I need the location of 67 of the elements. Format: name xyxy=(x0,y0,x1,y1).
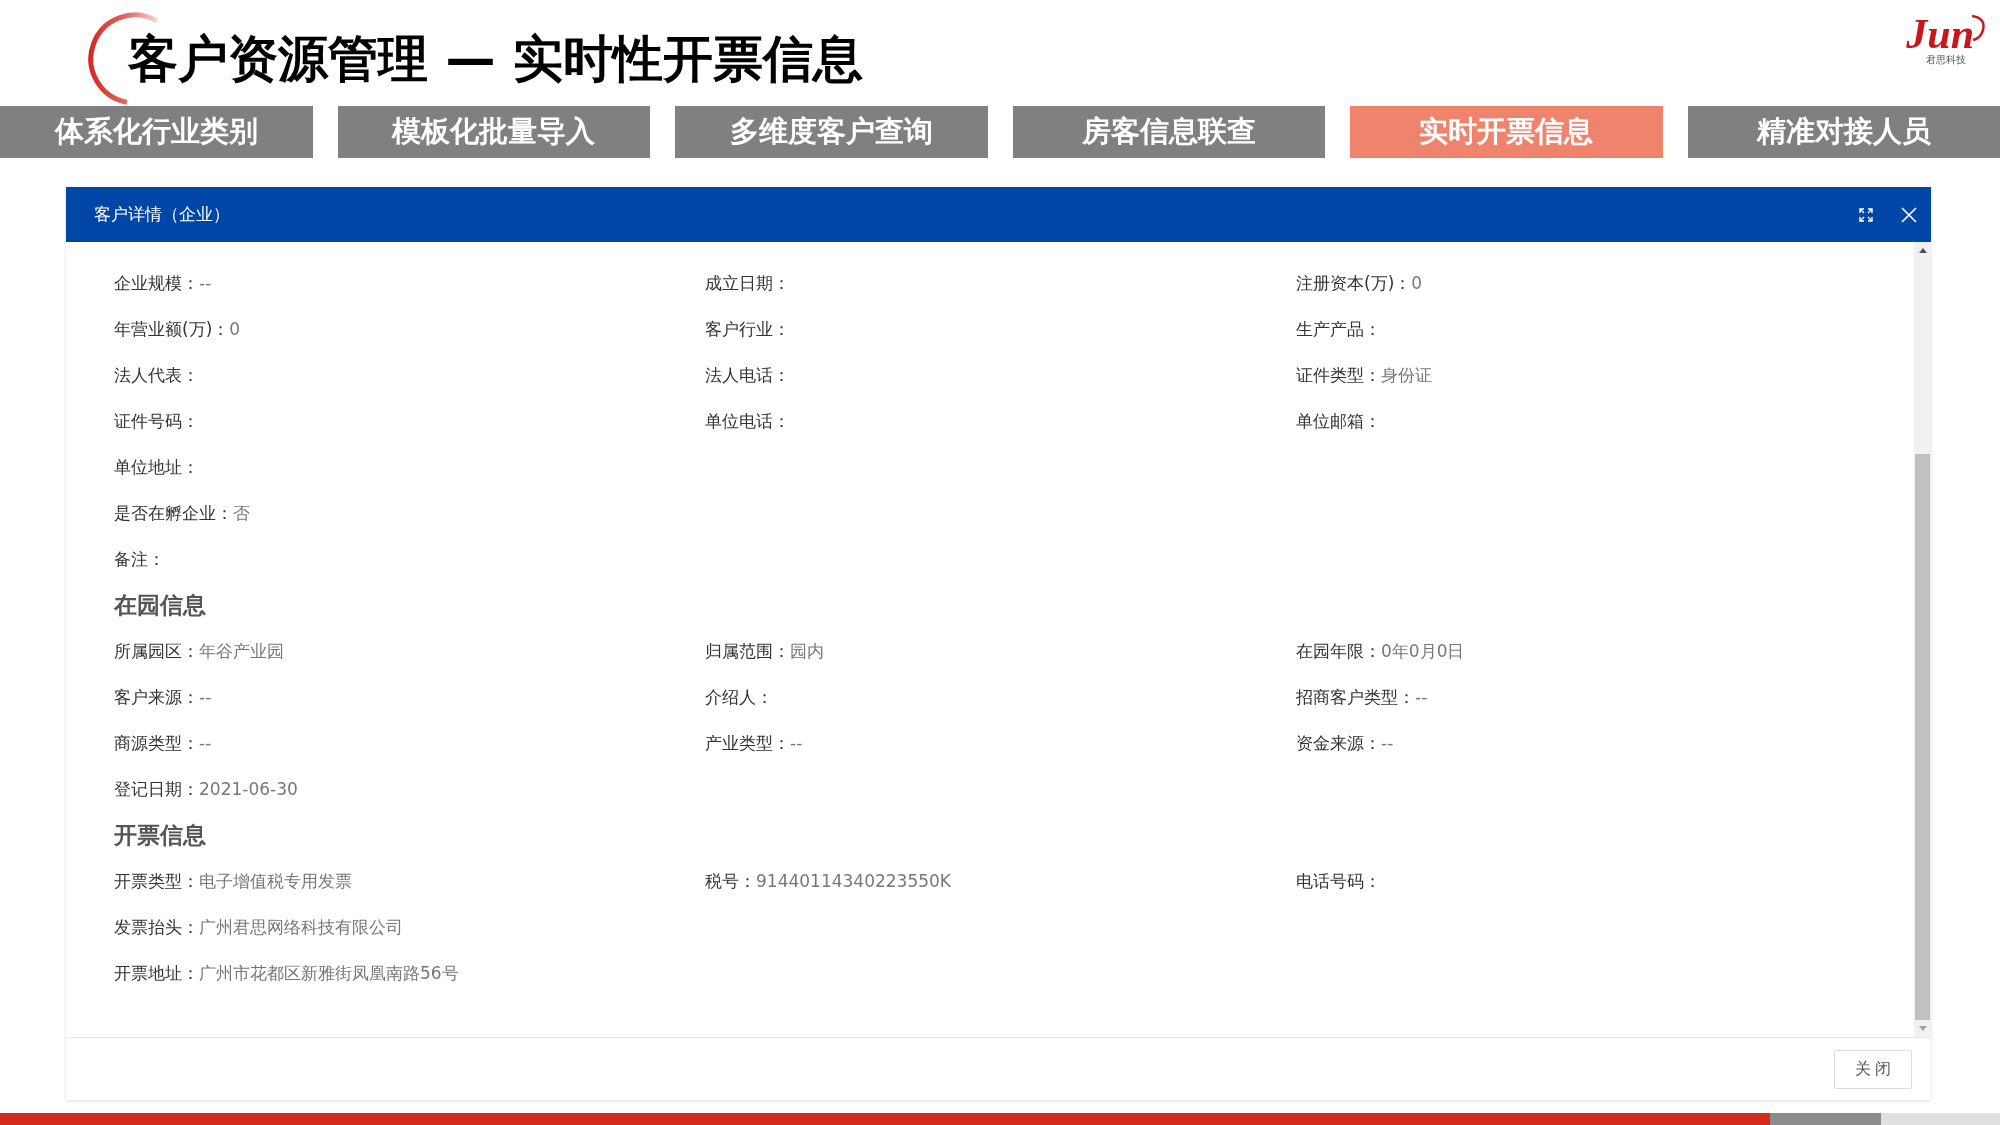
field-value: -- xyxy=(199,732,212,755)
field-label: 资金来源： xyxy=(1296,732,1381,755)
field-value: 否 xyxy=(233,502,250,525)
field-label: 单位电话： xyxy=(705,410,790,433)
section-heading: 开票信息 xyxy=(114,821,206,850)
field-label: 招商客户类型： xyxy=(1296,686,1415,709)
field-label: 是否在孵企业： xyxy=(114,502,233,525)
field-label: 客户来源： xyxy=(114,686,199,709)
field-value: 0年0月0日 xyxy=(1381,640,1465,663)
field-label: 客户行业： xyxy=(705,318,790,341)
tab[interactable]: 模板化批量导入 xyxy=(337,106,650,158)
field-label: 开票类型： xyxy=(114,870,199,893)
tab[interactable]: 体系化行业类别 xyxy=(0,106,313,158)
field-value: -- xyxy=(199,272,212,295)
expand-icon[interactable] xyxy=(1859,207,1873,222)
field-label: 成立日期： xyxy=(705,272,790,295)
swoosh-icon xyxy=(1970,14,1986,42)
field-label: 企业规模： xyxy=(114,272,199,295)
field-value: 年谷产业园 xyxy=(199,640,284,663)
field-label: 电话号码： xyxy=(1296,870,1381,893)
field-label: 介绍人： xyxy=(705,686,773,709)
field-label: 单位地址： xyxy=(114,456,199,479)
field-value: 园内 xyxy=(790,640,824,663)
field-label: 登记日期： xyxy=(114,778,199,801)
field-value: -- xyxy=(1415,686,1428,709)
field-label: 生产产品： xyxy=(1296,318,1381,341)
slide-title: 客户资源管理 — 实时性开票信息 xyxy=(128,29,863,90)
field-label: 证件号码： xyxy=(114,410,199,433)
field-label: 在园年限： xyxy=(1296,640,1381,663)
field-value: -- xyxy=(199,686,212,709)
field-label: 单位邮箱： xyxy=(1296,410,1381,433)
field-value: 2021-06-30 xyxy=(199,778,298,801)
section-heading: 在园信息 xyxy=(114,591,206,620)
dialog-title: 客户详情（企业） xyxy=(94,202,230,226)
field-value: 广州君思网络科技有限公司 xyxy=(199,916,403,939)
scrollbar-thumb[interactable] xyxy=(1915,454,1930,1020)
field-label: 备注： xyxy=(114,548,165,571)
field-value: -- xyxy=(1381,732,1394,755)
tab[interactable]: 房客信息联查 xyxy=(1012,106,1325,158)
field-label: 税号： xyxy=(705,870,756,893)
close-icon[interactable] xyxy=(1901,206,1917,223)
field-value: 91440114340223550K xyxy=(756,870,952,893)
field-label: 产业类型： xyxy=(705,732,790,755)
field-value: 0 xyxy=(229,318,241,341)
scroll-up-icon[interactable] xyxy=(1918,248,1927,253)
field-label: 年营业额(万)： xyxy=(114,318,230,341)
tab[interactable]: 多维度客户查询 xyxy=(675,106,988,158)
field-label: 注册资本(万)： xyxy=(1296,272,1412,295)
field-value: -- xyxy=(790,732,803,755)
field-label: 所属园区： xyxy=(114,640,199,663)
field-value: 0 xyxy=(1411,272,1423,295)
field-label: 发票抬头： xyxy=(114,916,199,939)
logo-caption: 君思科技 xyxy=(1926,54,1967,66)
field-value: 身份证 xyxy=(1381,364,1432,387)
field-label: 法人代表： xyxy=(114,364,199,387)
logo-wordmark: Jun xyxy=(1906,12,1974,56)
close-button[interactable]: 关闭 xyxy=(1834,1049,1912,1089)
tab[interactable]: 实时开票信息 xyxy=(1350,106,1663,158)
field-label: 商源类型： xyxy=(114,732,199,755)
field-label: 开票地址： xyxy=(114,962,199,985)
field-value: 广州市花都区新雅街凤凰南路56号 xyxy=(199,962,459,985)
field-label: 证件类型： xyxy=(1296,364,1381,387)
tab[interactable]: 精准对接人员 xyxy=(1687,106,2000,158)
scrollbar[interactable] xyxy=(1914,242,1931,1037)
field-value: 电子增值税专用发票 xyxy=(199,870,352,893)
field-label: 归属范围： xyxy=(705,640,790,663)
field-label: 法人电话： xyxy=(705,364,790,387)
